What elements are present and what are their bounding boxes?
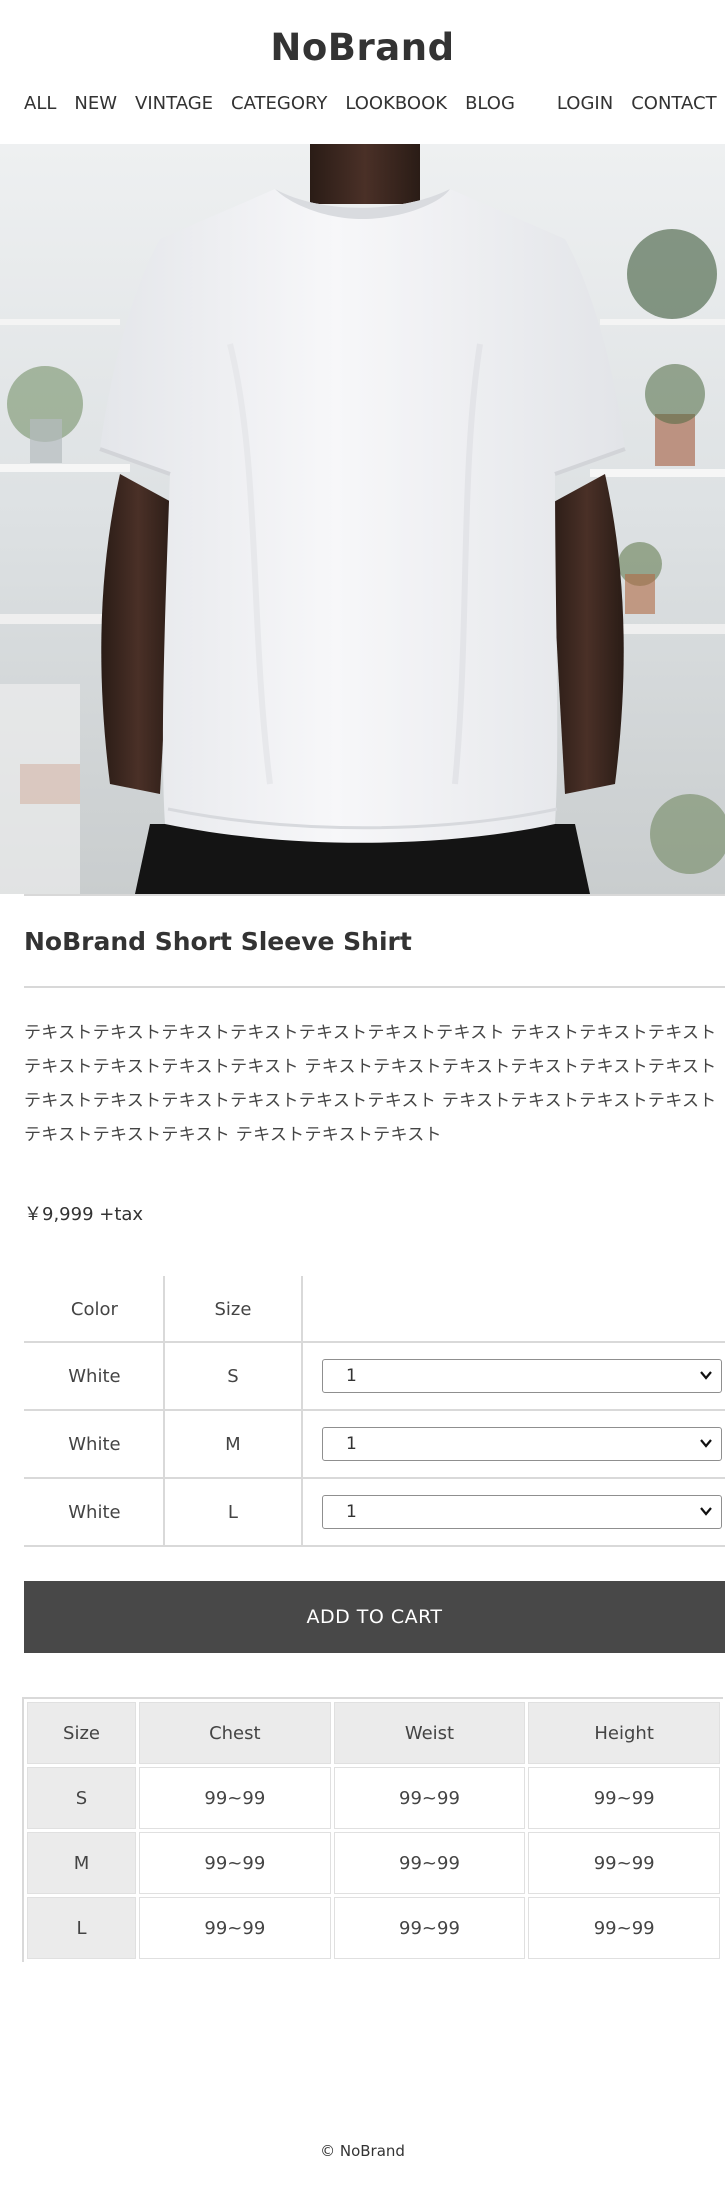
variant-size: S — [162, 1341, 304, 1411]
quantity-value: 1 — [346, 1502, 357, 1522]
variant-header-size: Size — [162, 1276, 304, 1343]
product-photo — [0, 144, 725, 894]
chevron-down-icon — [700, 1507, 712, 1516]
variant-size: M — [162, 1409, 304, 1479]
variant-row: White M 1 — [24, 1409, 725, 1479]
quantity-select[interactable]: 1 — [322, 1359, 722, 1393]
size-chart-header: Height — [528, 1702, 720, 1764]
main-nav: ALL NEW VINTAGE CATEGORY LOOKBOOK BLOG LOGIN CO… — [24, 93, 725, 114]
chevron-down-icon — [700, 1439, 712, 1448]
size-chart-row: S 99~99 99~99 99~99 — [27, 1767, 720, 1829]
size-chart-header: Size — [27, 1702, 136, 1764]
variant-table: Color Size White S 1 White M 1 White L 1 — [24, 1276, 725, 1547]
nav-item-lookbook[interactable]: LOOKBOOK — [345, 93, 447, 114]
size-chart-row: L 99~99 99~99 99~99 — [27, 1897, 720, 1959]
nav-item-blog[interactable]: BLOG — [465, 93, 515, 114]
size-chart-chest: 99~99 — [139, 1767, 331, 1829]
size-chart-height: 99~99 — [528, 1832, 720, 1894]
variant-row: White S 1 — [24, 1341, 725, 1411]
size-chart-weist: 99~99 — [333, 1897, 526, 1959]
size-chart-height: 99~99 — [528, 1767, 720, 1829]
quantity-value: 1 — [346, 1434, 357, 1454]
size-chart-height: 99~99 — [528, 1897, 720, 1959]
variant-color: White — [24, 1477, 165, 1547]
variant-header-color: Color — [24, 1276, 165, 1343]
size-chart-size: S — [27, 1767, 136, 1829]
site-footer: © NoBrand — [0, 2142, 725, 2160]
variant-qty-cell: 1 — [301, 1409, 725, 1479]
divider — [24, 894, 725, 896]
variant-row: White L 1 — [24, 1477, 725, 1547]
variant-qty-cell: 1 — [301, 1477, 725, 1547]
size-chart-chest: 99~99 — [139, 1832, 331, 1894]
brand-logo[interactable]: NoBrand — [0, 26, 725, 69]
nav-item-vintage[interactable]: VINTAGE — [135, 93, 213, 114]
size-chart-weist: 99~99 — [333, 1767, 526, 1829]
size-chart-header: Weist — [333, 1702, 526, 1764]
size-chart-chest: 99~99 — [139, 1897, 331, 1959]
copyright-text: © NoBrand — [320, 2142, 405, 2160]
variant-header-row: Color Size — [24, 1276, 725, 1343]
variant-color: White — [24, 1409, 165, 1479]
size-chart-row: M 99~99 99~99 99~99 — [27, 1832, 720, 1894]
variant-qty-cell: 1 — [301, 1341, 725, 1411]
product-description: テキストテキストテキストテキストテキストテキストテキスト テキストテキストテキス… — [24, 1023, 717, 1145]
nav-item-new[interactable]: NEW — [74, 93, 117, 114]
divider — [24, 986, 725, 988]
nav-item-all[interactable]: ALL — [24, 93, 56, 114]
quantity-select[interactable]: 1 — [322, 1427, 722, 1461]
add-to-cart-button[interactable]: ADD TO CART — [24, 1581, 725, 1653]
variant-header-qty — [301, 1276, 725, 1343]
nav-item-contact[interactable]: CONTACT — [631, 93, 716, 114]
quantity-value: 1 — [346, 1366, 357, 1386]
chevron-down-icon — [700, 1371, 712, 1380]
product-title: NoBrand Short Sleeve Shirt — [24, 927, 412, 956]
variant-color: White — [24, 1341, 165, 1411]
size-chart-header: Chest — [139, 1702, 331, 1764]
size-chart-size: L — [27, 1897, 136, 1959]
site-header: NoBrand ALL NEW VINTAGE CATEGORY LOOKBOOK BLO… — [0, 0, 725, 144]
quantity-select[interactable]: 1 — [322, 1495, 722, 1529]
variant-size: L — [162, 1477, 304, 1547]
product-image — [0, 144, 725, 894]
product-section: NoBrand Short Sleeve Shirt テキストテキストテキストテ… — [22, 894, 725, 1962]
size-chart-table: Size Chest Weist Height S 99~99 99~99 99… — [22, 1697, 723, 1962]
nav-item-category[interactable]: CATEGORY — [231, 93, 327, 114]
page: NoBrand ALL NEW VINTAGE CATEGORY LOOKBOOK BLO… — [0, 0, 725, 2160]
size-chart-header-row: Size Chest Weist Height — [27, 1702, 720, 1764]
nav-item-login[interactable]: LOGIN — [557, 93, 613, 114]
size-chart-weist: 99~99 — [333, 1832, 526, 1894]
product-price: ￥9,999 +tax — [24, 1204, 144, 1225]
size-chart-size: M — [27, 1832, 136, 1894]
